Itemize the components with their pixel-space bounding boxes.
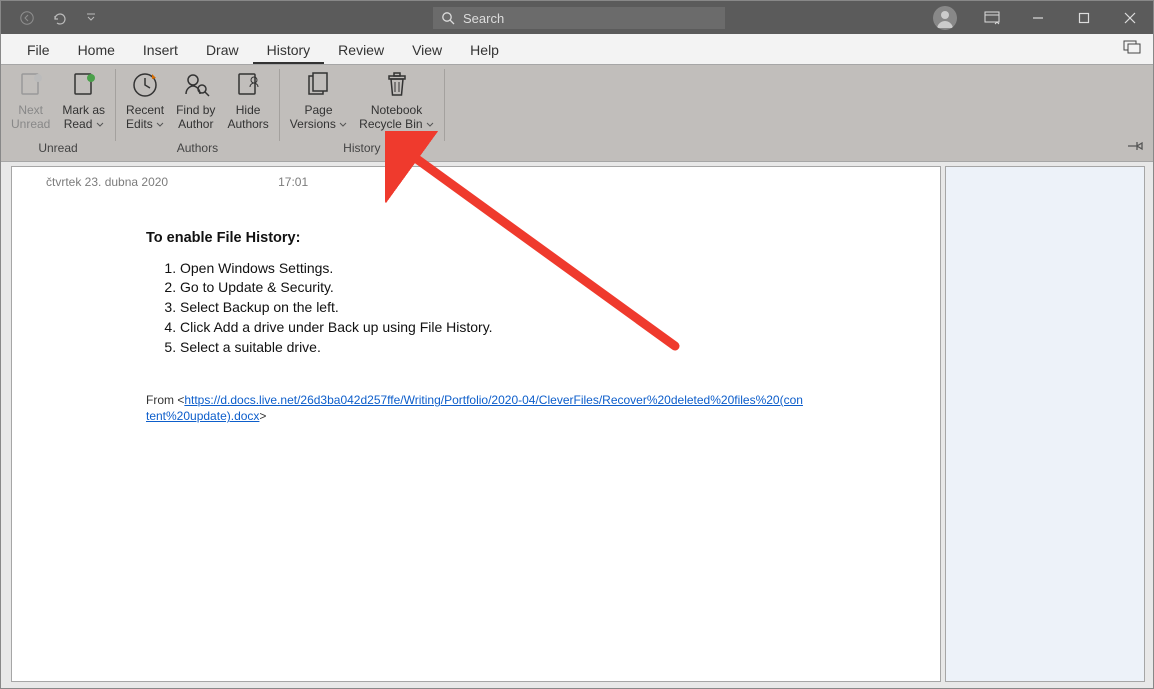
ribbon-group-history-label: History <box>343 141 380 157</box>
ribbon-group-unread-label: Unread <box>38 141 77 157</box>
page-versions-button[interactable]: Page Versions <box>284 67 353 131</box>
tab-home[interactable]: Home <box>64 36 129 64</box>
avatar-icon <box>933 6 957 30</box>
find-author-icon <box>181 70 211 100</box>
ribbon-group-authors-label: Authors <box>177 141 218 157</box>
source-line: From <https://d.docs.live.net/26d3ba042d… <box>146 392 806 424</box>
close-icon <box>1124 12 1136 24</box>
back-button[interactable] <box>15 6 39 30</box>
hide-authors-icon <box>234 71 262 99</box>
tab-history[interactable]: History <box>253 36 325 64</box>
find-by-author-label: Find by Author <box>176 103 215 131</box>
undo-button[interactable] <box>47 6 71 30</box>
recent-edits-label: Recent Edits <box>126 103 164 131</box>
ribbon-tabs: File Home Insert Draw History Review Vie… <box>1 34 1153 65</box>
recycle-bin-icon <box>383 71 411 99</box>
list-item: Select Backup on the left. <box>180 298 806 318</box>
search-icon <box>441 11 455 25</box>
notebook-recycle-bin-button[interactable]: Notebook Recycle Bin <box>353 67 440 131</box>
minimize-icon <box>1032 12 1044 24</box>
page-date: čtvrtek 23. dubna 2020 <box>46 175 168 189</box>
undo-icon <box>51 10 67 26</box>
full-screen-icon <box>1123 40 1141 54</box>
hide-authors-label: Hide Authors <box>227 103 268 131</box>
page-versions-label: Page Versions <box>290 103 347 131</box>
pin-icon <box>1127 140 1143 152</box>
chevron-down-icon <box>339 122 347 128</box>
user-avatar[interactable] <box>933 6 957 30</box>
note-body: To enable File History: Open Windows Set… <box>12 189 940 424</box>
notebook-recycle-bin-label: Notebook Recycle Bin <box>359 103 434 131</box>
find-by-author-button[interactable]: Find by Author <box>170 67 221 131</box>
next-unread-label: Next Unread <box>11 103 50 131</box>
close-button[interactable] <box>1107 1 1153 34</box>
tab-file[interactable]: File <box>13 36 64 64</box>
list-item: Go to Update & Security. <box>180 278 806 298</box>
chevron-down-icon <box>86 13 96 23</box>
tab-view[interactable]: View <box>398 36 456 64</box>
workspace: čtvrtek 23. dubna 2020 17:01 To enable F… <box>1 162 1153 688</box>
from-suffix: > <box>259 409 266 423</box>
page-time: 17:01 <box>278 175 308 189</box>
ribbon-group-history: Page Versions Notebook Recycle Bin Histo… <box>280 65 444 161</box>
full-screen-button[interactable] <box>1123 40 1141 57</box>
note-page[interactable]: čtvrtek 23. dubna 2020 17:01 To enable F… <box>11 166 941 682</box>
maximize-button[interactable] <box>1061 1 1107 34</box>
tab-insert[interactable]: Insert <box>129 36 192 64</box>
tab-review[interactable]: Review <box>324 36 398 64</box>
list-item: Click Add a drive under Back up using Fi… <box>180 318 806 338</box>
next-unread-button[interactable]: Next Unread <box>5 67 56 131</box>
ribbon-group-authors: Recent Edits Find by Author Hide Authors… <box>116 65 279 161</box>
page-list-panel[interactable] <box>945 166 1145 682</box>
mark-as-read-button[interactable]: Mark as Read <box>56 67 111 131</box>
next-unread-icon <box>17 71 45 99</box>
qat-customize-button[interactable] <box>79 6 103 30</box>
mark-as-read-label: Mark as Read <box>62 103 105 131</box>
chevron-down-icon <box>96 122 104 128</box>
ribbon-options-icon <box>984 11 1000 25</box>
chevron-down-icon <box>156 122 164 128</box>
source-link[interactable]: https://d.docs.live.net/26d3ba042d257ffe… <box>146 393 803 423</box>
tab-draw[interactable]: Draw <box>192 36 253 64</box>
hide-authors-button[interactable]: Hide Authors <box>221 67 274 131</box>
maximize-icon <box>1078 12 1090 24</box>
mark-read-icon <box>70 71 98 99</box>
minimize-button[interactable] <box>1015 1 1061 34</box>
list-item: Open Windows Settings. <box>180 259 806 279</box>
back-arrow-icon <box>19 10 35 26</box>
ribbon-display-options-button[interactable] <box>969 1 1015 34</box>
chevron-down-icon <box>426 122 434 128</box>
page-versions-icon <box>304 71 332 99</box>
ribbon-group-unread: Next Unread Mark as Read Unread <box>1 65 115 161</box>
pin-ribbon-button[interactable] <box>1127 140 1143 155</box>
search-box[interactable]: Search <box>433 7 725 29</box>
note-steps-list: Open Windows Settings. Go to Update & Se… <box>146 259 806 358</box>
title-bar: Enable - OneNote Search <box>1 1 1153 34</box>
search-placeholder: Search <box>463 11 504 26</box>
recent-edits-button[interactable]: Recent Edits <box>120 67 170 131</box>
note-heading: To enable File History: <box>146 229 806 249</box>
tab-help[interactable]: Help <box>456 36 513 64</box>
ribbon: Next Unread Mark as Read Unread Recent E… <box>1 65 1153 162</box>
from-prefix: From < <box>146 393 184 407</box>
list-item: Select a suitable drive. <box>180 338 806 358</box>
recent-edits-icon <box>130 70 160 100</box>
